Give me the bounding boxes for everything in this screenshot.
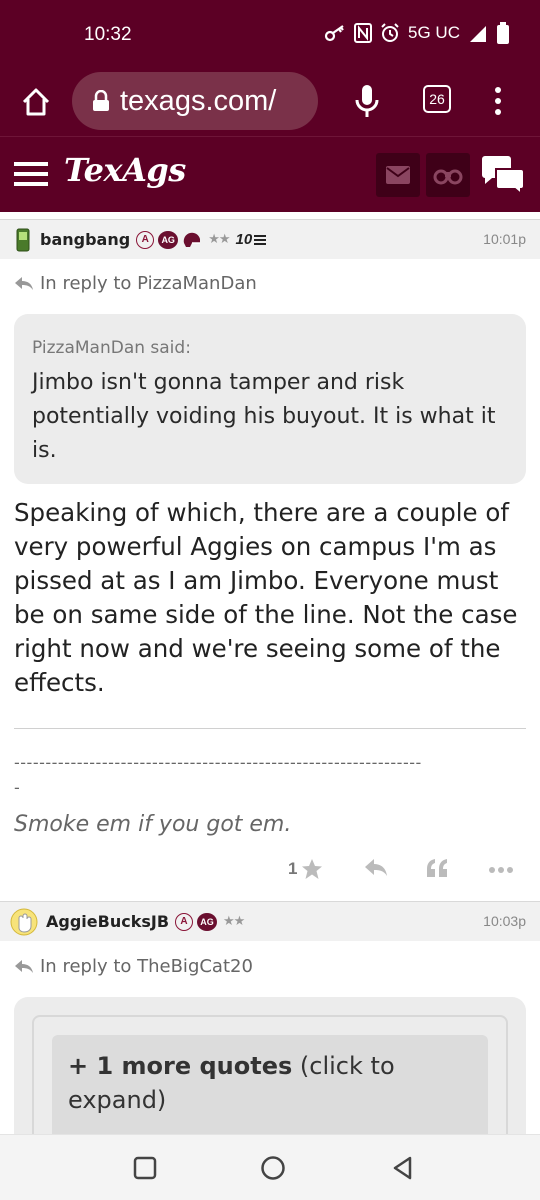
site-menu-button[interactable] [14, 161, 48, 187]
post-actions: 1 [0, 852, 540, 892]
mail-icon [386, 166, 410, 184]
tab-switcher-button[interactable]: 26 [423, 85, 451, 113]
status-icons: 5G UC [324, 22, 510, 44]
post-stars: ★★ [208, 232, 230, 247]
reply-arrow-icon [15, 276, 33, 290]
quote-text: Jimbo isn't gonna tamper and risk potent… [32, 370, 496, 463]
network-type: 5G UC [408, 23, 460, 42]
rank-lines-icon [254, 234, 267, 246]
status-bar: 10:32 5G UC [0, 0, 540, 70]
reply-icon [365, 859, 387, 876]
lock-icon [92, 90, 110, 112]
chat-button[interactable] [480, 155, 526, 197]
microphone-icon [355, 85, 379, 117]
quote-block: PizzaManDan said: Jimbo isn't gonna tamp… [14, 314, 526, 484]
key-icon [324, 24, 346, 42]
url-text: texags.com/ [120, 84, 277, 117]
square-icon [133, 1156, 157, 1180]
binoculars-icon [433, 169, 463, 185]
site-logo[interactable]: TexAgs [64, 151, 186, 189]
more-button[interactable] [488, 866, 514, 874]
signature-divider [14, 728, 526, 729]
home-icon [22, 88, 50, 116]
address-bar[interactable]: texags.com/ [72, 72, 318, 130]
recents-button[interactable] [132, 1155, 158, 1181]
reply-to-link[interactable]: In reply to PizzaManDan [14, 273, 257, 294]
post-body: Speaking of which, there are a couple of… [14, 498, 518, 697]
system-nav-bar [0, 1134, 540, 1200]
battery-icon [496, 22, 510, 44]
post-author[interactable]: AggieBucksJB [46, 912, 169, 931]
more-horizontal-icon [489, 867, 513, 873]
quote-author: PizzaManDan said: [32, 338, 191, 358]
back-button[interactable] [390, 1155, 416, 1181]
chat-bubbles-icon [482, 156, 525, 197]
phone-icon [16, 228, 30, 252]
like-button[interactable]: 1 [288, 858, 323, 880]
star-icon [302, 859, 323, 879]
quote-icon [427, 859, 447, 877]
badge-ag: AG [158, 230, 179, 249]
reply-arrow-icon [15, 959, 33, 973]
signature-dash-tail: - [14, 778, 20, 797]
reply-to-text: In reply to TheBigCat20 [40, 956, 253, 977]
voice-search-button[interactable] [354, 84, 380, 118]
home-nav-button[interactable] [260, 1155, 286, 1181]
badge-a: A [136, 230, 155, 249]
status-time: 10:32 [84, 24, 132, 45]
more-quotes-count: + 1 more quotes [68, 1052, 293, 1080]
post-header: bangbang A AG ★★ 10 10:01p [0, 219, 540, 259]
post-time: 10:03p [483, 913, 526, 929]
more-vertical-icon [495, 87, 501, 115]
alarm-icon [380, 23, 400, 43]
quote-button[interactable] [426, 858, 448, 878]
back-triangle-icon [393, 1156, 412, 1180]
home-button[interactable] [20, 86, 52, 118]
post-time: 10:01p [483, 231, 526, 247]
quote-block: + 1 more quotes (click to expand) [14, 997, 526, 1165]
post-header: AggieBucksJB A AG ★★ 10:03p [0, 901, 540, 941]
nfc-icon [354, 23, 373, 43]
rank-badge: 10 [235, 231, 253, 248]
reply-to-link[interactable]: In reply to TheBigCat20 [14, 956, 253, 977]
like-count: 1 [288, 859, 298, 878]
site-header: TexAgs [0, 136, 540, 212]
watchlist-button[interactable] [426, 153, 470, 197]
post-author[interactable]: bangbang [40, 230, 130, 249]
signature: Smoke em if you got em. [14, 812, 292, 837]
messages-button[interactable] [376, 153, 420, 197]
reply-to-text: In reply to PizzaManDan [40, 273, 257, 294]
hamburger-icon [14, 162, 48, 186]
signature-dashes: ----------------------------------------… [14, 753, 422, 772]
reply-button[interactable] [364, 858, 388, 878]
circle-icon [261, 1156, 285, 1180]
browser-toolbar: texags.com/ 26 [0, 70, 540, 136]
post-stars: ★★ [223, 914, 245, 929]
avatar [10, 908, 38, 936]
badge-ag: AG [197, 912, 218, 931]
helmet-icon [182, 231, 202, 249]
signal-icon [468, 23, 488, 43]
browser-menu-button[interactable] [490, 86, 506, 116]
badge-a: A [175, 912, 194, 931]
